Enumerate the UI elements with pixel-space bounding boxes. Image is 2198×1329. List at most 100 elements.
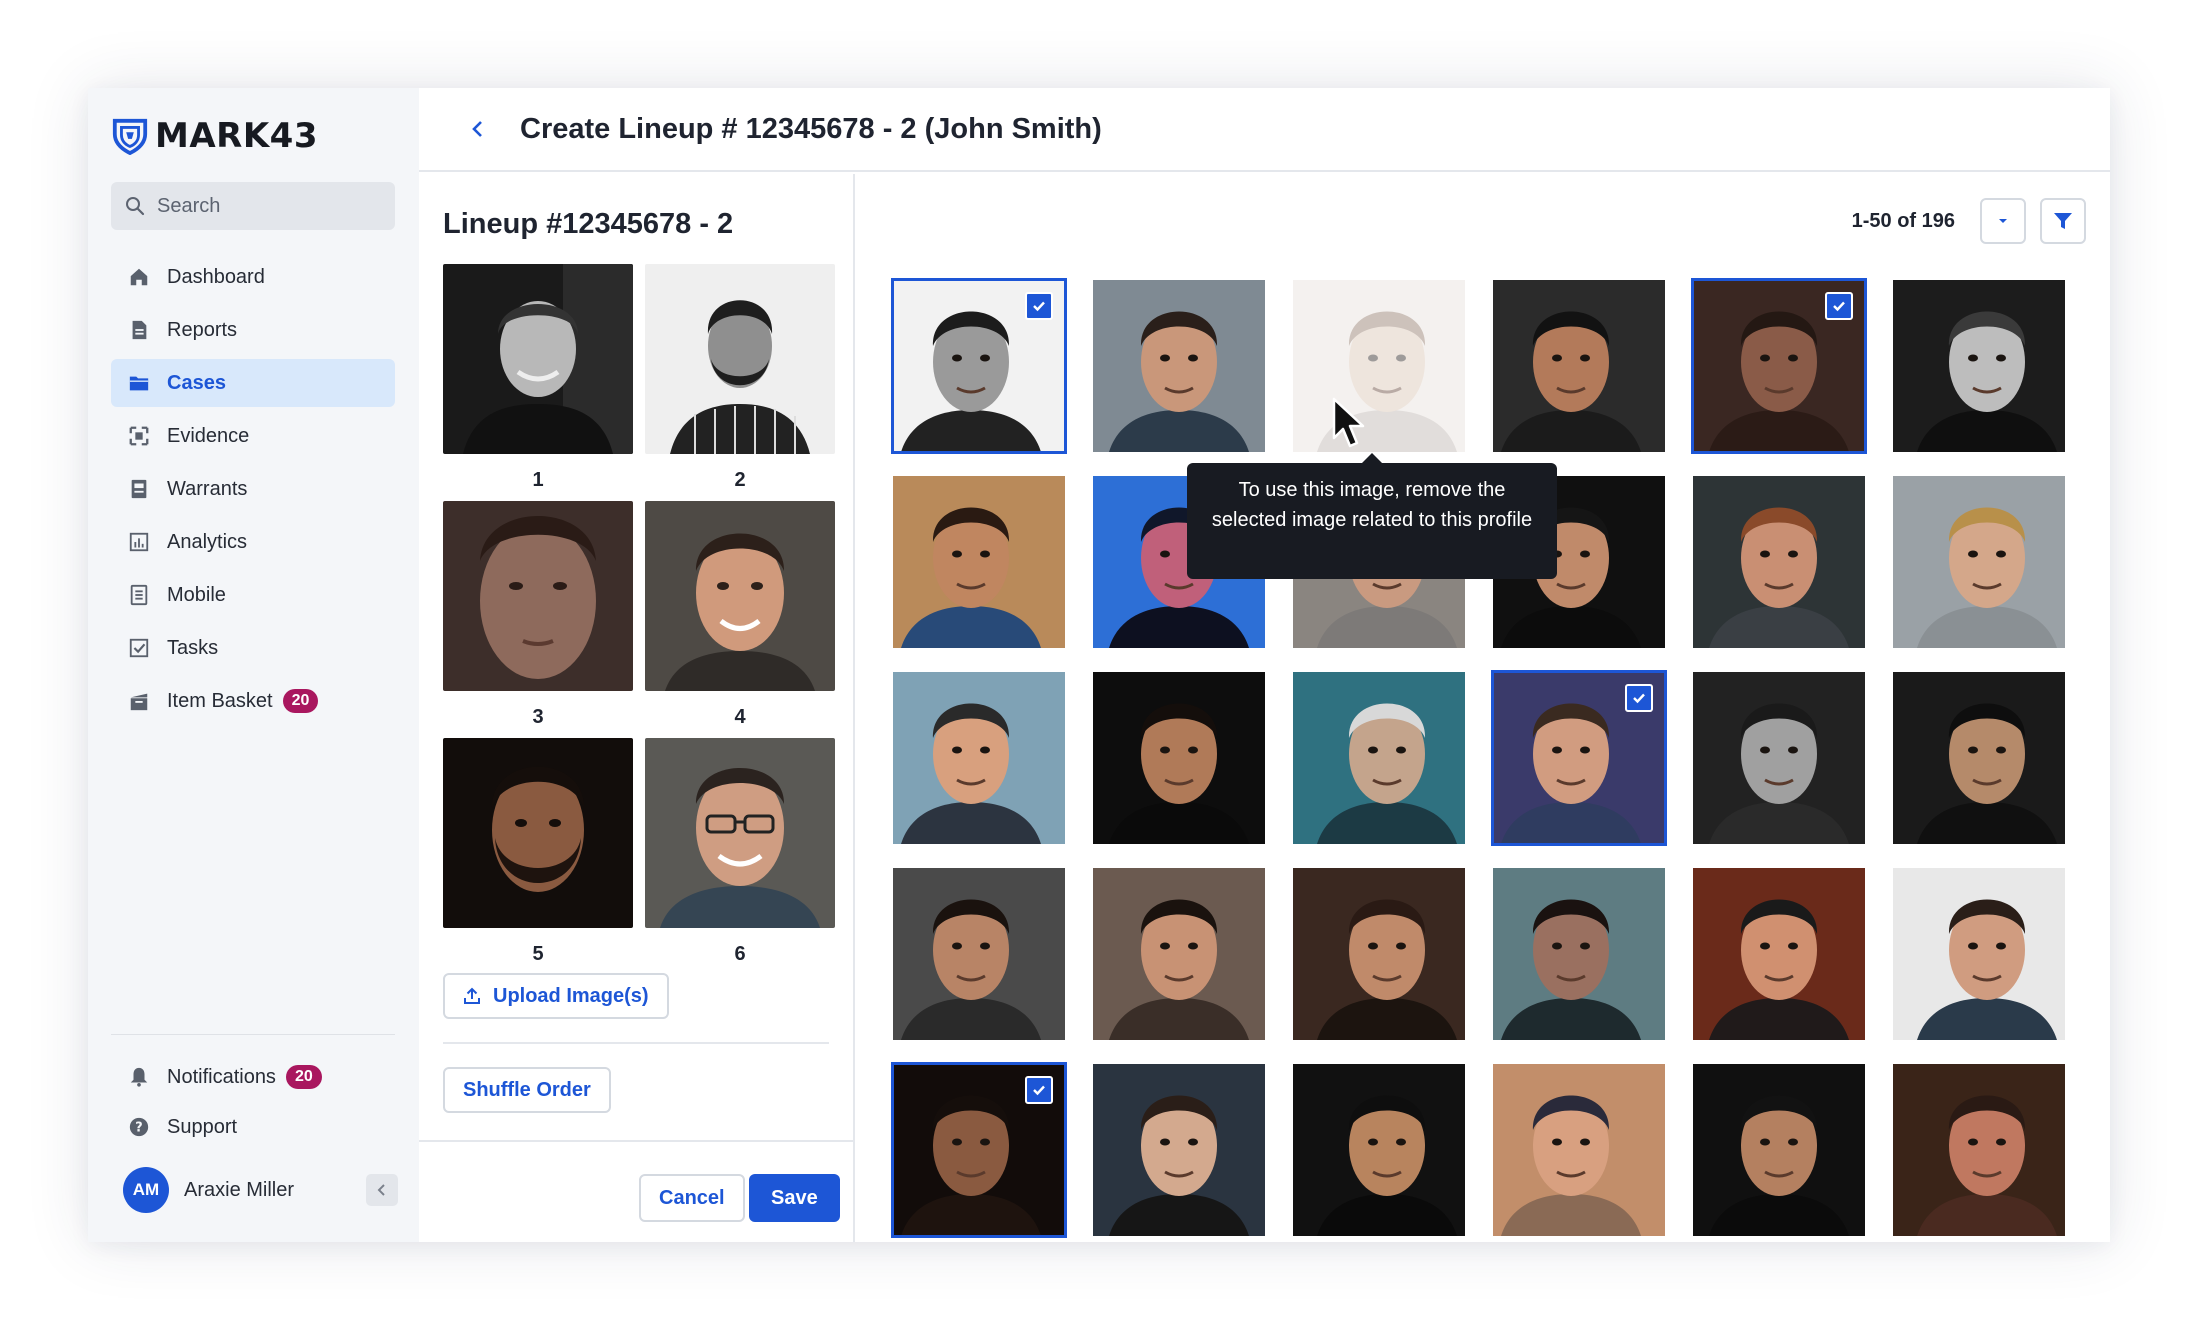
nav-label: Dashboard — [167, 265, 265, 288]
upload-images-button[interactable]: Upload Image(s) — [443, 973, 669, 1019]
shield-logo-icon — [112, 118, 148, 155]
main-content: Create Lineup # 12345678 - 2 (John Smith… — [419, 88, 2110, 1242]
candidate-photo — [1093, 1064, 1265, 1236]
slot-number: 5 — [532, 943, 544, 965]
candidate-photo — [1093, 672, 1265, 844]
photo-result-24[interactable] — [1893, 868, 2065, 1040]
nav-item-mobile[interactable]: Mobile — [111, 571, 395, 619]
photo-result-22[interactable] — [1493, 868, 1665, 1040]
back-button[interactable] — [464, 115, 492, 143]
cancel-button[interactable]: Cancel — [639, 1174, 745, 1222]
search-box[interactable] — [111, 182, 395, 230]
nav-item-dashboard[interactable]: Dashboard — [111, 253, 395, 301]
brand-name: MARK43 — [155, 116, 318, 156]
nav-item-cases[interactable]: Cases — [111, 359, 395, 407]
lineup-slot-5[interactable]: 5 — [443, 738, 633, 975]
photo-result-19[interactable] — [893, 868, 1065, 1040]
photo-result-15[interactable] — [1293, 672, 1465, 844]
photo-result-26[interactable] — [1093, 1064, 1265, 1236]
save-button[interactable]: Save — [749, 1174, 840, 1222]
search-input[interactable] — [157, 194, 387, 218]
user-name: Araxie Miller — [184, 1178, 295, 1201]
main-nav: Dashboard Reports Cases Evidence Warrant… — [111, 253, 395, 730]
nav-item-item-basket[interactable]: Item Basket 20 — [111, 677, 395, 725]
photo-result-27[interactable] — [1293, 1064, 1465, 1236]
checkmark-icon — [1633, 693, 1645, 704]
filter-button[interactable] — [2040, 198, 2086, 244]
folder-icon — [127, 371, 151, 395]
photo-result-21[interactable] — [1293, 868, 1465, 1040]
lineup-slot-3[interactable]: 3 — [443, 501, 633, 738]
shuffle-order-button[interactable]: Shuffle Order — [443, 1067, 611, 1113]
candidate-photo — [1893, 868, 2065, 1040]
basket-icon — [127, 689, 151, 713]
photo-result-30[interactable] — [1893, 1064, 2065, 1236]
candidate-photo — [1893, 1064, 2065, 1236]
nav-item-support[interactable]: ? Support — [111, 1104, 395, 1150]
photo-result-16[interactable] — [1491, 670, 1667, 846]
photo-result-18[interactable] — [1893, 672, 2065, 844]
nav-item-notifications[interactable]: Notifications 20 — [111, 1054, 395, 1100]
warrant-icon — [127, 477, 151, 501]
photo-result-4[interactable] — [1493, 280, 1665, 452]
lineup-slot-2[interactable]: 2 — [645, 264, 835, 501]
nav-item-evidence[interactable]: Evidence — [111, 412, 395, 460]
nav-label: Mobile — [167, 583, 226, 606]
photo-result-11[interactable] — [1693, 476, 1865, 648]
candidate-photo — [893, 868, 1065, 1040]
tooltip: To use this image, remove the selected i… — [1187, 453, 1557, 579]
nav-item-reports[interactable]: Reports — [111, 306, 395, 354]
evidence-icon — [127, 424, 151, 448]
selected-checkbox[interactable] — [1025, 1076, 1053, 1104]
nav-label: Warrants — [167, 477, 248, 500]
caret-down-icon — [1999, 219, 2007, 223]
photo-result-3[interactable] — [1293, 280, 1465, 452]
chevron-left-icon — [472, 121, 482, 137]
nav-item-warrants[interactable]: Warrants — [111, 465, 395, 513]
upload-icon — [464, 987, 480, 1004]
notifications-count-badge: 20 — [285, 1065, 322, 1089]
search-icon — [126, 197, 145, 216]
photo-result-12[interactable] — [1893, 476, 2065, 648]
photo-result-13[interactable] — [893, 672, 1065, 844]
photo-result-7[interactable] — [893, 476, 1065, 648]
candidate-photo — [1693, 868, 1865, 1040]
selected-checkbox[interactable] — [1025, 292, 1053, 320]
photo-result-14[interactable] — [1093, 672, 1265, 844]
lineup-slot-6[interactable]: 6 — [645, 738, 835, 975]
user-profile[interactable]: AM Araxie Miller — [123, 1166, 398, 1214]
app-window: MARK43 Dashboard Reports Cases — [88, 88, 2110, 1242]
candidate-photo — [893, 476, 1065, 648]
candidate-photo — [1693, 1064, 1865, 1236]
logo[interactable]: MARK43 — [111, 116, 318, 156]
footer-divider — [419, 1140, 855, 1142]
selected-checkbox[interactable] — [1825, 292, 1853, 320]
lineup-slot-4[interactable]: 4 — [645, 501, 835, 738]
lineup-slot-1[interactable]: 1 — [443, 264, 633, 501]
photo-result-5[interactable] — [1691, 278, 1867, 454]
svg-text:?: ? — [135, 1121, 142, 1136]
pagination-dropdown[interactable] — [1980, 198, 2026, 244]
photo-result-17[interactable] — [1693, 672, 1865, 844]
nav-label: Reports — [167, 318, 238, 341]
candidate-photo — [1493, 868, 1665, 1040]
photo-result-29[interactable] — [1693, 1064, 1865, 1236]
slot-number: 4 — [734, 706, 746, 728]
lineup-title: Lineup #12345678 - 2 — [443, 208, 734, 240]
selected-checkbox[interactable] — [1625, 684, 1653, 712]
photo-result-23[interactable] — [1693, 868, 1865, 1040]
photo-result-28[interactable] — [1493, 1064, 1665, 1236]
candidate-photo — [893, 672, 1065, 844]
photo-result-6[interactable] — [1893, 280, 2065, 452]
nav-item-analytics[interactable]: Analytics — [111, 518, 395, 566]
photo-results-panel: 1-50 of 196 To use this image, remove th… — [857, 174, 2110, 1242]
lineup-photo — [443, 264, 633, 454]
nav-item-tasks[interactable]: Tasks — [111, 624, 395, 672]
photo-result-25[interactable] — [891, 1062, 1067, 1238]
candidate-photo — [1893, 672, 2065, 844]
collapse-sidebar-button[interactable] — [366, 1174, 398, 1206]
photo-result-2[interactable] — [1093, 280, 1265, 452]
checkmark-icon — [1833, 301, 1845, 312]
photo-result-1[interactable] — [891, 278, 1067, 454]
photo-result-20[interactable] — [1093, 868, 1265, 1040]
